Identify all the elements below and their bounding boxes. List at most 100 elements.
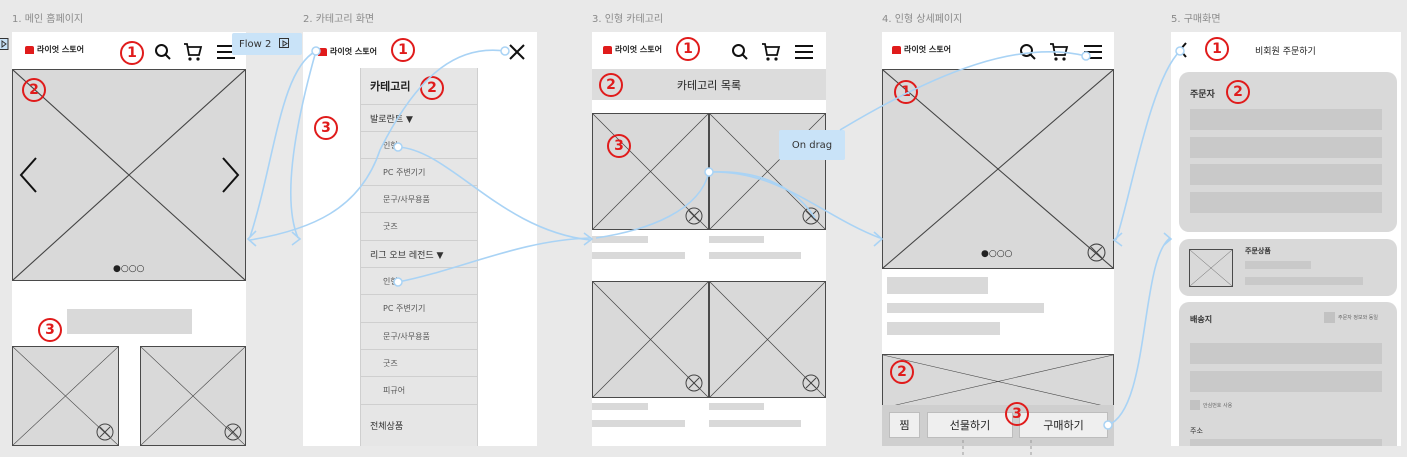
flow-label-text: Flow 2 bbox=[239, 38, 272, 50]
frame-title-category: 2. 카테고리 화면 bbox=[303, 14, 375, 25]
orderer-input[interactable] bbox=[1190, 192, 1382, 213]
wish-button[interactable]: 찜 bbox=[889, 412, 920, 438]
shipping-input[interactable] bbox=[1190, 343, 1382, 364]
category-item[interactable]: 문구/사무용품 bbox=[361, 323, 477, 350]
category-item[interactable]: 굿즈 bbox=[361, 350, 477, 377]
logo-text: 라이엇 스토어 bbox=[904, 45, 951, 54]
category-item[interactable]: PC 주변기기 bbox=[361, 295, 477, 323]
banner-carousel[interactable]: ●○○○ bbox=[12, 69, 246, 281]
category-all-products[interactable]: 전체상품 bbox=[361, 405, 477, 445]
same-as-orderer-checkbox[interactable] bbox=[1324, 312, 1335, 323]
text-placeholder bbox=[887, 322, 1000, 335]
logo-text: 라이엇 스토어 bbox=[37, 45, 84, 54]
flow-label[interactable]: Flow 2 bbox=[232, 33, 302, 55]
wishlist-icon[interactable] bbox=[685, 374, 703, 392]
product-image-carousel[interactable]: ●○○○ bbox=[882, 69, 1114, 269]
address-label: 주소 bbox=[1190, 427, 1203, 435]
image-placeholder-icon bbox=[13, 70, 245, 280]
address-input[interactable] bbox=[1190, 439, 1382, 446]
flow-connector bbox=[1107, 237, 1171, 426]
safe-number-checkbox[interactable] bbox=[1190, 400, 1200, 410]
wishlist-icon[interactable] bbox=[802, 207, 820, 225]
buy-button[interactable]: 구매하기 bbox=[1019, 412, 1108, 438]
annotation-badge: 3 bbox=[607, 134, 631, 158]
cart-icon[interactable] bbox=[1049, 42, 1069, 62]
wishlist-icon[interactable] bbox=[1087, 243, 1106, 262]
annotation-badge: 2 bbox=[1226, 80, 1250, 104]
text-placeholder bbox=[709, 236, 764, 243]
logo-text: 라이엇 스토어 bbox=[330, 47, 377, 56]
text-placeholder bbox=[709, 420, 801, 427]
category-item[interactable]: 인형 bbox=[361, 132, 477, 159]
text-placeholder bbox=[592, 252, 685, 259]
category-item[interactable]: 굿즈 bbox=[361, 213, 477, 241]
play-icon bbox=[0, 38, 9, 50]
logo-text: 라이엇 스토어 bbox=[615, 45, 662, 54]
category-list-title: 카테고리 목록 bbox=[676, 78, 742, 92]
shipping-input[interactable] bbox=[1190, 371, 1382, 392]
wishlist-icon[interactable] bbox=[685, 207, 703, 225]
flow-arrow bbox=[246, 230, 257, 247]
frame-title-home: 1. 메인 홈페이지 bbox=[12, 14, 84, 25]
annotation-badge: 1 bbox=[894, 80, 918, 104]
wishlist-icon[interactable] bbox=[224, 423, 242, 441]
logo[interactable]: 라이엇 스토어 bbox=[603, 44, 662, 55]
category-item[interactable]: 피규어 bbox=[361, 377, 477, 405]
same-as-orderer-label: 주문자 정보와 동일 bbox=[1338, 315, 1378, 321]
purchase-action-bar: 찜 선물하기 구매하기 bbox=[882, 405, 1114, 446]
frame-doll-category: 라이엇 스토어 1 카테고리 목록 2 3 bbox=[592, 32, 826, 446]
back-icon[interactable] bbox=[1178, 42, 1188, 58]
category-item[interactable]: 인형 bbox=[361, 268, 477, 295]
product-card[interactable] bbox=[12, 346, 119, 446]
menu-icon[interactable] bbox=[1084, 44, 1102, 60]
gift-button[interactable]: 선물하기 bbox=[927, 412, 1013, 438]
category-group-lol[interactable]: 리그 오브 레전드 ▼ bbox=[361, 241, 477, 268]
wishlist-icon[interactable] bbox=[802, 374, 820, 392]
product-card[interactable] bbox=[592, 113, 709, 230]
text-placeholder bbox=[1245, 277, 1363, 285]
logo[interactable]: 라이엇 스토어 bbox=[318, 46, 377, 57]
search-icon[interactable] bbox=[731, 43, 749, 61]
carousel-dots[interactable]: ●○○○ bbox=[981, 249, 1012, 259]
orderer-input[interactable] bbox=[1190, 137, 1382, 158]
shipping-label: 배송지 bbox=[1190, 315, 1213, 324]
product-card[interactable] bbox=[140, 346, 246, 446]
image-placeholder-icon bbox=[883, 355, 1113, 408]
section-title-placeholder bbox=[67, 309, 192, 334]
text-placeholder bbox=[887, 303, 1044, 313]
orderer-input[interactable] bbox=[1190, 109, 1382, 130]
frame-home: 라이엇 스토어 1 ●○○○ 2 3 bbox=[12, 32, 246, 446]
frame-title-doll-category: 3. 인형 카테고리 bbox=[592, 14, 664, 25]
logo-icon bbox=[25, 45, 34, 54]
category-list-bar: 카테고리 목록 bbox=[592, 69, 826, 100]
play-icon bbox=[279, 37, 290, 48]
product-card[interactable] bbox=[709, 281, 826, 398]
order-item-label: 주문상품 bbox=[1245, 247, 1271, 255]
order-item-thumbnail bbox=[1189, 249, 1233, 287]
category-item[interactable]: PC 주변기기 bbox=[361, 159, 477, 186]
logo[interactable]: 라이엇 스토어 bbox=[25, 44, 84, 55]
detail-image bbox=[882, 354, 1114, 409]
search-icon[interactable] bbox=[1019, 43, 1037, 61]
flow-arrow bbox=[873, 231, 884, 247]
text-placeholder bbox=[592, 420, 685, 427]
category-item[interactable]: 문구/사무용품 bbox=[361, 186, 477, 213]
flow-arrow bbox=[1163, 232, 1173, 246]
annotation-badge: 2 bbox=[890, 360, 914, 384]
annotation-badge: 3 bbox=[38, 318, 62, 342]
product-card[interactable] bbox=[592, 281, 709, 398]
annotation-badge: 2 bbox=[22, 78, 46, 102]
orderer-input[interactable] bbox=[1190, 164, 1382, 185]
carousel-dots[interactable]: ●○○○ bbox=[113, 264, 144, 274]
frame-title-doll-detail: 4. 인형 상세페이지 bbox=[882, 14, 963, 25]
cart-icon[interactable] bbox=[761, 42, 781, 62]
cart-icon[interactable] bbox=[183, 42, 203, 62]
search-icon[interactable] bbox=[154, 43, 172, 61]
close-icon[interactable] bbox=[509, 44, 525, 60]
chevron-right-icon[interactable] bbox=[221, 156, 241, 194]
menu-icon[interactable] bbox=[795, 44, 813, 60]
wishlist-icon[interactable] bbox=[96, 423, 114, 441]
category-group-valorant[interactable]: 발로란트 ▼ bbox=[361, 105, 477, 132]
chevron-left-icon[interactable] bbox=[18, 156, 38, 194]
logo[interactable]: 라이엇 스토어 bbox=[892, 44, 951, 55]
